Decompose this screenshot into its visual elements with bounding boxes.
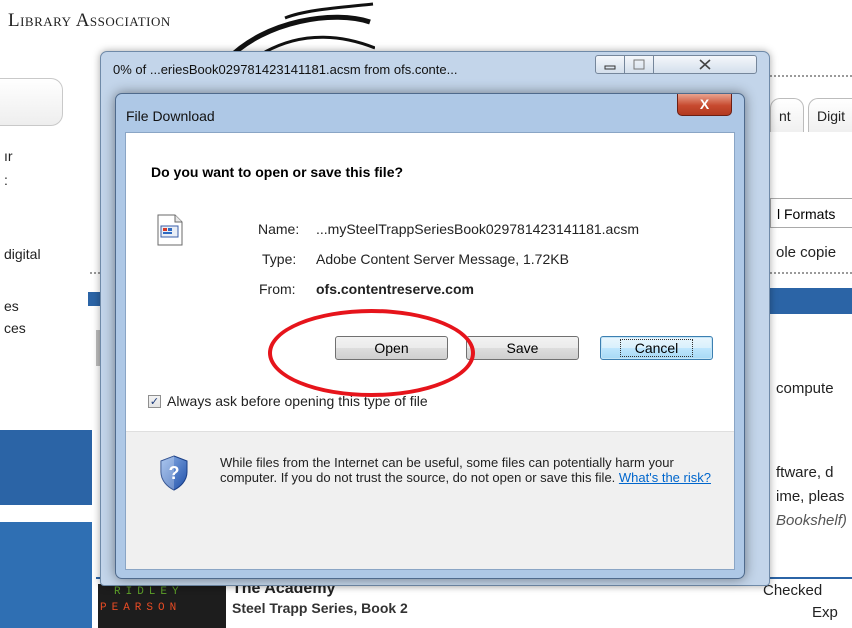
book-cover-author-line: RIDLEY [114, 586, 184, 598]
dialog-question: Do you want to open or save this file? [151, 164, 404, 180]
file-name-value: ...mySteelTrappSeriesBook029781423141181… [316, 221, 639, 237]
progress-window-title: 0% of ...eriesBook029781423141181.acsm f… [113, 62, 458, 77]
left-blue-panel [0, 522, 92, 628]
security-shield-icon: ? [160, 455, 188, 491]
left-fragment: es [4, 298, 19, 314]
whats-the-risk-link[interactable]: What's the risk? [619, 470, 711, 485]
open-button[interactable]: Open [335, 336, 448, 360]
maximize-icon [633, 59, 645, 70]
left-fragment: ır [4, 148, 13, 164]
copies-text: ole copie [776, 244, 837, 261]
from-value: ofs.contentreserve.com [316, 281, 474, 297]
compute-text: compute [776, 380, 834, 397]
security-warning-text: While files from the Internet can be use… [220, 455, 720, 485]
tab-fragment[interactable]: nt [770, 98, 804, 132]
minimize-icon [604, 65, 616, 70]
cancel-button[interactable]: Cancel [600, 336, 713, 360]
left-fragment: ces [4, 320, 26, 336]
save-button[interactable]: Save [466, 336, 579, 360]
cancel-button-label: Cancel [619, 339, 694, 357]
software-text: ftware, d [776, 464, 834, 481]
minimize-button[interactable] [595, 55, 625, 74]
book-series: Steel Trapp Series, Book 2 [232, 600, 408, 616]
window-controls [595, 55, 757, 75]
left-blue-panel [0, 430, 92, 505]
dotted-divider [770, 75, 852, 77]
close-icon: X [699, 96, 710, 112]
close-icon [699, 59, 711, 70]
left-fragment-digital: digital [4, 246, 41, 262]
tab-digital[interactable]: Digit [808, 98, 852, 132]
library-logo-text: Library Association [8, 10, 171, 31]
bookshelf-text: Bookshelf) [776, 512, 847, 529]
file-type-value: Adobe Content Server Message, 1.72KB [316, 251, 569, 267]
dialog-title: File Download [126, 108, 215, 124]
book-cover-author-line: PEARSON [100, 602, 182, 614]
left-blue-marker [88, 292, 100, 306]
right-blue-band [770, 288, 852, 314]
type-label: Type: [262, 251, 297, 267]
always-ask-label[interactable]: Always ask before opening this type of f… [167, 393, 428, 409]
left-nav-tab[interactable] [0, 78, 63, 126]
maximize-button[interactable] [624, 55, 654, 74]
dotted-divider [770, 272, 852, 274]
left-fragment: : [4, 172, 8, 188]
close-window-button[interactable] [653, 55, 757, 74]
open-button-label: Open [374, 340, 409, 356]
always-ask-checkbox[interactable]: ✓ [148, 395, 161, 408]
dialog-content: Do you want to open or save this file? N… [125, 132, 735, 570]
file-download-dialog: File Download X Do you want to open or s… [115, 93, 745, 579]
checked-status: Checked [763, 582, 823, 599]
formats-select[interactable]: l Formats [770, 198, 852, 228]
book-cover-image[interactable]: RIDLEY PEARSON [98, 584, 226, 628]
acsm-file-icon [157, 214, 183, 246]
name-label: Name: [258, 221, 300, 237]
time-text: ime, pleas [776, 488, 845, 505]
save-button-label: Save [506, 340, 539, 356]
warning-message: While files from the Internet can be use… [220, 455, 674, 485]
dialog-warning-area: ? While files from the Internet can be u… [126, 432, 734, 569]
from-label: From: [259, 281, 296, 297]
dialog-close-button[interactable]: X [677, 94, 732, 116]
expires-status: Exp [812, 604, 838, 621]
svg-text:?: ? [169, 463, 180, 483]
